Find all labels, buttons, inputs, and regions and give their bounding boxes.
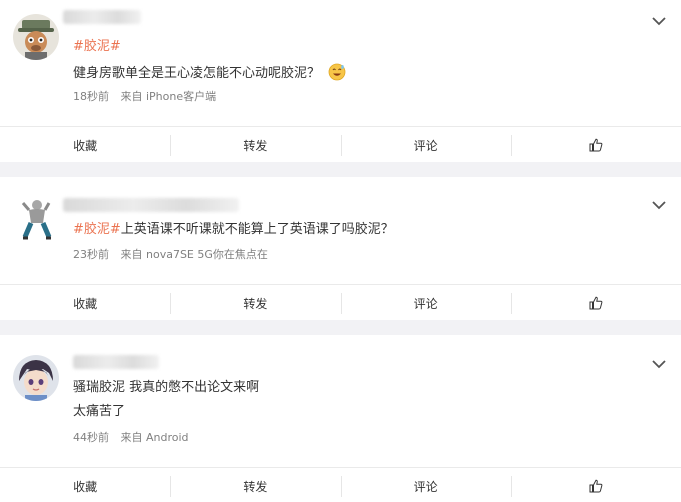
like-button[interactable] (510, 127, 681, 163)
username-redacted[interactable] (63, 10, 141, 24)
repost-button[interactable]: 转发 (170, 285, 340, 321)
username-redacted[interactable] (73, 355, 159, 369)
post-text-line: #胶泥#上英语课不听课就不能算上了英语课了吗胶泥？ (73, 221, 394, 239)
weibo-feed: #胶泥# 健身房歌单全是王心凌怎能不心动呢胶泥？ 18秒前 来自 iPhone客… (0, 0, 681, 502)
like-button[interactable] (510, 285, 681, 321)
topic-link[interactable]: #胶泥# (73, 39, 121, 54)
thumbs-up-icon (589, 479, 603, 493)
post-text: 健身房歌单全是王心凌怎能不心动呢胶泥？ (73, 66, 321, 81)
action-bar: 收藏 转发 评论 (0, 467, 681, 502)
post-text-line: 太痛苦了 (73, 403, 125, 421)
chevron-down-icon[interactable] (651, 16, 667, 26)
post-card: 骚瑞胶泥 我真的憋不出论文来啊 太痛苦了 44秒前 来自 Android 收藏 … (0, 335, 681, 502)
action-bar: 收藏 转发 评论 (0, 126, 681, 163)
post-source: 来自 iPhone客户端 (120, 90, 217, 103)
post-text: 骚瑞胶泥 我真的憋不出论文来啊 (73, 380, 260, 395)
post-topic-line: #胶泥# (73, 38, 121, 56)
post-text-line: 骚瑞胶泥 我真的憋不出论文来啊 (73, 379, 259, 397)
chevron-down-icon[interactable] (651, 359, 667, 369)
grinning-emoji-icon (328, 63, 346, 81)
post-card: #胶泥# 健身房歌单全是王心凌怎能不心动呢胶泥？ 18秒前 来自 iPhone客… (0, 0, 681, 162)
chevron-down-icon[interactable] (651, 200, 667, 210)
post-source: 来自 nova7SE 5G你在焦点在 (120, 248, 268, 261)
post-text-line: 健身房歌单全是王心凌怎能不心动呢胶泥？ (73, 63, 346, 83)
post-meta: 44秒前 来自 Android (73, 431, 197, 445)
like-button[interactable] (510, 468, 681, 502)
favorite-button[interactable]: 收藏 (0, 468, 170, 502)
avatar[interactable] (13, 355, 59, 401)
post-source: 来自 Android (120, 431, 189, 444)
avatar[interactable] (13, 197, 59, 243)
post-time[interactable]: 44秒前 (73, 431, 109, 444)
post-card: #胶泥#上英语课不听课就不能算上了英语课了吗胶泥？ 23秒前 来自 nova7S… (0, 177, 681, 320)
action-bar: 收藏 转发 评论 (0, 284, 681, 321)
comment-button[interactable]: 评论 (340, 468, 511, 502)
username-redacted[interactable] (63, 198, 239, 212)
repost-button[interactable]: 转发 (170, 468, 340, 502)
thumbs-up-icon (589, 138, 603, 152)
post-text: 太痛苦了 (73, 404, 126, 419)
post-meta: 23秒前 来自 nova7SE 5G你在焦点在 (73, 248, 276, 262)
avatar[interactable] (13, 14, 59, 60)
thumbs-up-icon (589, 296, 603, 310)
favorite-button[interactable]: 收藏 (0, 127, 170, 163)
topic-link[interactable]: #胶泥# (73, 222, 121, 237)
post-text: 上英语课不听课就不能算上了英语课了吗胶泥？ (120, 222, 394, 237)
comment-button[interactable]: 评论 (340, 285, 511, 321)
favorite-button[interactable]: 收藏 (0, 285, 170, 321)
post-time[interactable]: 23秒前 (73, 248, 109, 261)
post-time[interactable]: 18秒前 (73, 90, 109, 103)
comment-button[interactable]: 评论 (340, 127, 511, 163)
repost-button[interactable]: 转发 (170, 127, 340, 163)
post-meta: 18秒前 来自 iPhone客户端 (73, 90, 224, 104)
